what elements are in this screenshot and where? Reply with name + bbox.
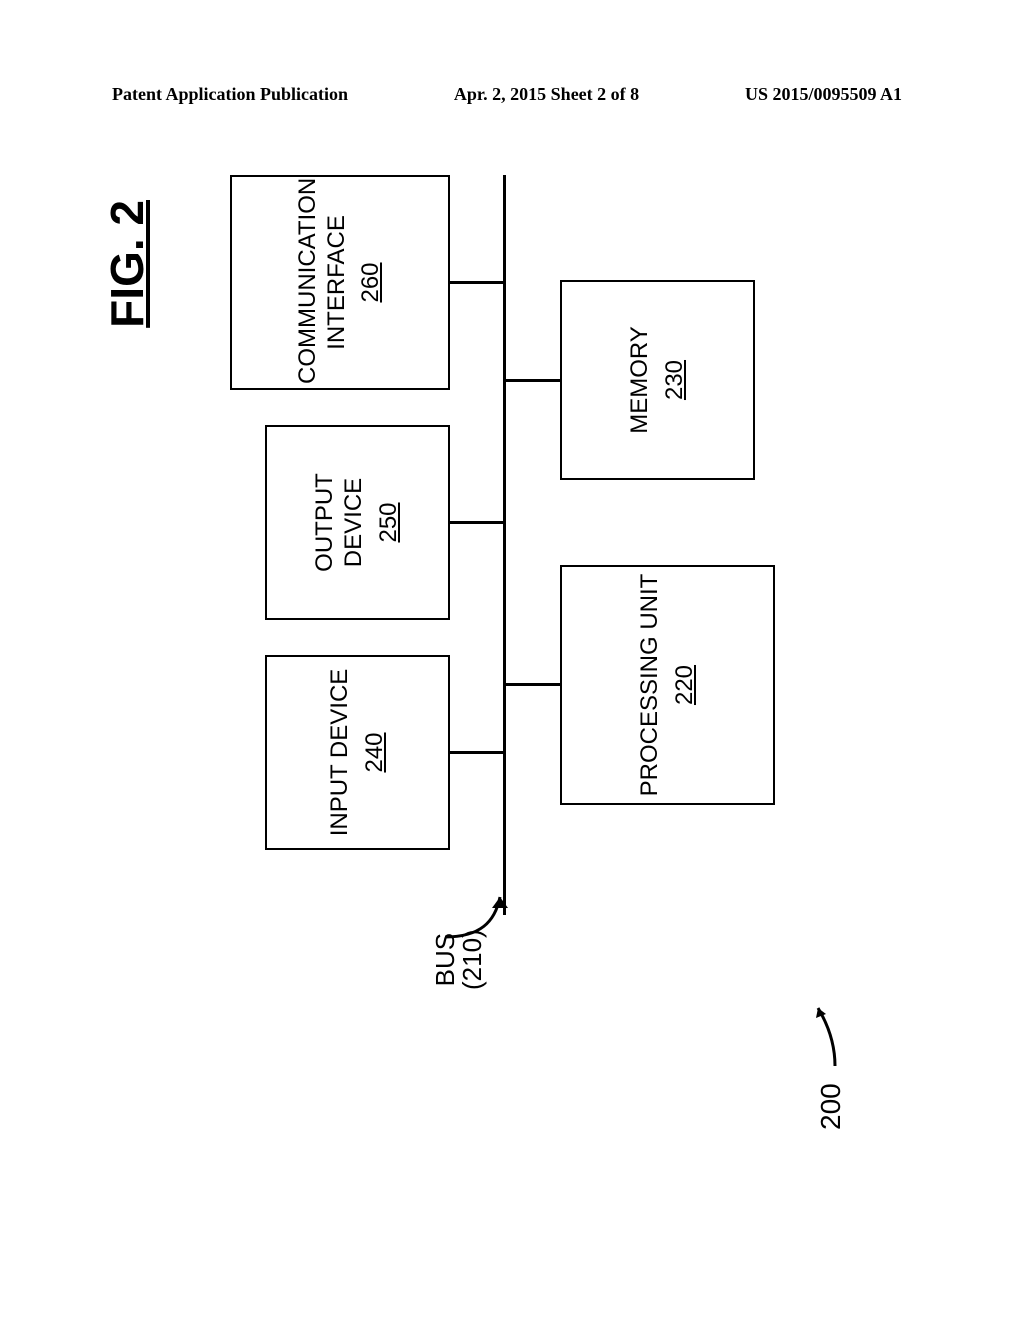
block-communication-interface: COMMUNICATION INTERFACE 260 [230,175,450,390]
bus-arrow-icon [440,872,520,942]
bus-line [503,175,506,915]
connector [505,379,561,382]
connector [450,521,504,524]
block-number: 240 [361,661,390,844]
block-number: 250 [375,431,404,614]
block-processing-unit: PROCESSING UNIT 220 [560,565,775,805]
block-label-line2: INTERFACE [323,181,352,384]
block-number: 260 [357,181,386,384]
header-right: US 2015/0095509 A1 [745,84,902,105]
header-left: Patent Application Publication [112,84,348,105]
connector [450,751,504,754]
connector [505,683,561,686]
block-label: INPUT DEVICE [326,661,355,844]
page-header: Patent Application Publication Apr. 2, 2… [112,84,902,105]
figure-title: FIG. 2 [100,200,154,328]
block-output-device: OUTPUT DEVICE 250 [265,425,450,620]
header-center: Apr. 2, 2015 Sheet 2 of 8 [454,84,639,105]
block-label: OUTPUT DEVICE [311,431,369,614]
block-input-device: INPUT DEVICE 240 [265,655,450,850]
page: Patent Application Publication Apr. 2, 2… [0,0,1024,1320]
connector [450,281,504,284]
figure-2: FIG. 2 200 BUS (210) INPUT DEVICE 240 [90,160,930,1160]
block-label: MEMORY [626,286,655,474]
reference-numeral-200: 200 [815,1083,847,1130]
arrow-icon [810,988,840,1068]
block-memory: MEMORY 230 [560,280,755,480]
block-number: 230 [661,286,690,474]
figure-canvas: FIG. 2 200 BUS (210) INPUT DEVICE 240 [90,160,930,1160]
block-label-line1: COMMUNICATION [294,181,323,384]
block-label: PROCESSING UNIT [636,571,665,799]
block-number: 220 [671,571,700,799]
